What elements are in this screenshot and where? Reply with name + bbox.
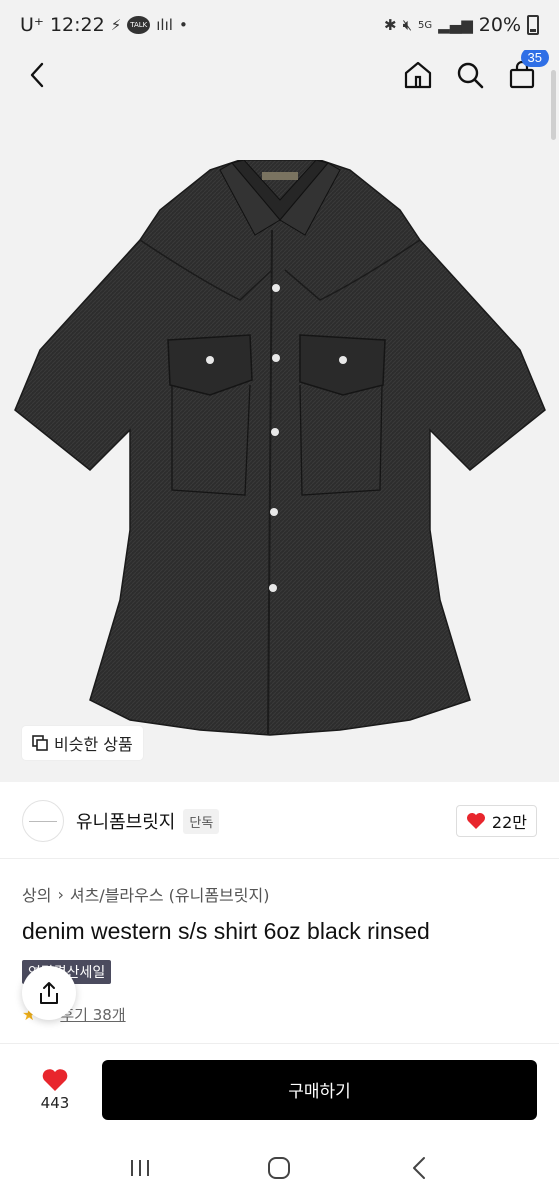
home-button[interactable] bbox=[403, 60, 433, 90]
home-circle-icon bbox=[268, 1156, 291, 1179]
talk-icon: TALK bbox=[127, 16, 151, 34]
battery-icon bbox=[527, 15, 539, 35]
home-system-button[interactable] bbox=[259, 1148, 299, 1188]
status-bar: U⁺ 12:22 ⚡ TALK ılıl • ✱ 🔇︎ 5G ▂▄▆ 20% bbox=[0, 0, 559, 50]
purchase-bar: 443 구매하기 bbox=[0, 1043, 559, 1135]
search-icon bbox=[457, 62, 484, 89]
heart-icon bbox=[42, 1068, 68, 1091]
carrier-label: U⁺ bbox=[20, 14, 44, 36]
copy-icon bbox=[32, 735, 48, 751]
search-button[interactable] bbox=[455, 60, 485, 90]
back-system-button[interactable] bbox=[399, 1148, 439, 1188]
product-photo bbox=[14, 160, 546, 736]
home-icon bbox=[404, 61, 432, 89]
brand-logo[interactable] bbox=[22, 800, 64, 842]
exclusive-tag: 단독 bbox=[183, 808, 220, 834]
similar-products-button[interactable]: 비슷한 상품 bbox=[22, 726, 143, 760]
battery-percent: 20% bbox=[478, 14, 521, 36]
recent-apps-icon bbox=[130, 1159, 149, 1176]
bluetooth-icon: ✱ bbox=[384, 16, 397, 34]
signal-5g-icon: 5G bbox=[418, 19, 433, 31]
chevron-right-icon: › bbox=[57, 884, 64, 904]
heart-icon bbox=[466, 813, 485, 829]
time-label: 12:22 bbox=[49, 14, 105, 36]
brand-name[interactable]: 유니폼브릿지 bbox=[76, 808, 175, 834]
product-title: denim western s/s shirt 6oz black rinsed bbox=[22, 918, 430, 944]
back-button[interactable] bbox=[22, 60, 52, 90]
divider bbox=[0, 858, 559, 859]
signal-bars-icon: ▂▄▆ bbox=[438, 16, 473, 34]
dot-icon: • bbox=[178, 16, 188, 34]
back-chevron-icon bbox=[413, 1156, 426, 1179]
bolt-icon: ⚡ bbox=[110, 16, 122, 34]
chevron-left-icon bbox=[30, 62, 44, 88]
cart-button[interactable]: 35 bbox=[507, 50, 549, 90]
recent-apps-button[interactable] bbox=[120, 1148, 160, 1188]
audio-wave-icon: ılıl bbox=[156, 16, 173, 34]
share-button[interactable] bbox=[22, 966, 76, 1020]
product-image-area[interactable]: 35 비슷한 상품 bbox=[0, 50, 559, 782]
share-icon bbox=[40, 982, 58, 1004]
brand-row: 유니폼브릿지 단독 22만 bbox=[22, 798, 537, 844]
mute-icon: 🔇︎ bbox=[402, 16, 413, 34]
buy-button[interactable]: 구매하기 bbox=[102, 1059, 537, 1120]
system-nav-bar bbox=[0, 1135, 559, 1200]
brand-like-button[interactable]: 22만 bbox=[455, 805, 537, 837]
breadcrumb-category[interactable]: 상의 bbox=[22, 882, 51, 906]
cart-count-badge: 35 bbox=[520, 50, 549, 67]
top-nav: 35 bbox=[0, 50, 559, 100]
wishlist-count: 443 bbox=[40, 1093, 70, 1112]
brand-like-count: 22만 bbox=[491, 813, 527, 832]
similar-products-label: 비슷한 상품 bbox=[54, 735, 133, 754]
breadcrumb-subcategory[interactable]: 셔츠/블라우스 (유니폼브릿지) bbox=[70, 882, 270, 906]
wishlist-button[interactable]: 443 bbox=[30, 1068, 80, 1112]
breadcrumb: 상의 › 셔츠/블라우스 (유니폼브릿지) bbox=[22, 882, 269, 906]
